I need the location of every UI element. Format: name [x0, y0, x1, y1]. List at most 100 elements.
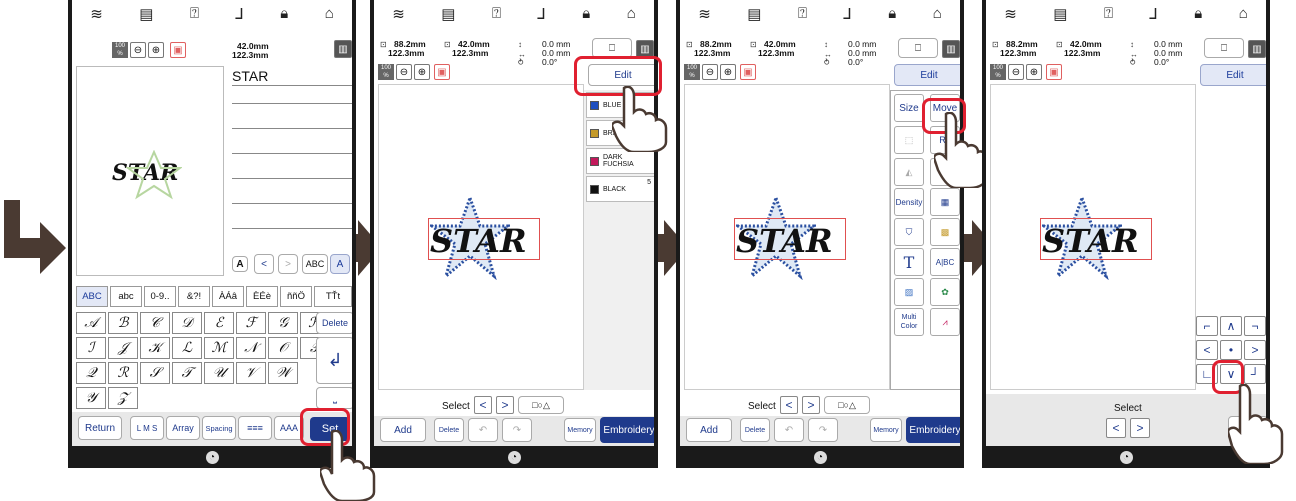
- view-toggle-icon[interactable]: ▥: [334, 40, 352, 58]
- key[interactable]: 𝒴: [76, 387, 106, 409]
- help-icon[interactable]: ⍰: [492, 5, 501, 22]
- embroidery-button[interactable]: Embroidery: [906, 417, 960, 443]
- applique-button[interactable]: ⛉: [894, 218, 924, 246]
- key[interactable]: 𝒱: [236, 362, 266, 384]
- stitch-button[interactable]: ⩘: [930, 308, 960, 336]
- key[interactable]: ℰ: [204, 312, 234, 334]
- tab-accents-a[interactable]: ÀÁâ: [212, 286, 244, 307]
- thread-icon[interactable]: ⅃: [537, 5, 545, 23]
- zoom-out-icon[interactable]: ⊖: [130, 42, 146, 58]
- zoom-button[interactable]: 100 %: [990, 64, 1006, 80]
- move-up-right-button[interactable]: ¬: [1244, 316, 1266, 336]
- select-prev-button[interactable]: <: [474, 396, 492, 414]
- wifi-icon[interactable]: ≋: [90, 5, 103, 23]
- key[interactable]: 𝒥: [108, 337, 138, 359]
- cursor-right-button[interactable]: >: [278, 254, 298, 274]
- move-up-left-button[interactable]: ⌐: [1196, 316, 1218, 336]
- key[interactable]: 𝒯: [172, 362, 202, 384]
- mirror-button[interactable]: ◭: [894, 158, 924, 186]
- outline-button[interactable]: ✿: [930, 278, 960, 306]
- text-button[interactable]: T: [894, 248, 924, 276]
- undo-button[interactable]: ↶: [468, 418, 498, 442]
- key[interactable]: 𝒵: [108, 387, 138, 409]
- move-center-button[interactable]: •: [1220, 340, 1242, 360]
- document-icon[interactable]: ▤: [1053, 5, 1067, 23]
- text-line[interactable]: [232, 128, 352, 129]
- lock-icon[interactable]: 🔒︎: [280, 5, 288, 22]
- help-icon[interactable]: ⍰: [190, 5, 199, 22]
- text-split-button[interactable]: A|BC: [930, 248, 960, 276]
- size-lms-button[interactable]: L M S: [130, 416, 164, 440]
- document-icon[interactable]: ▤: [139, 5, 153, 23]
- zoom-button[interactable]: 100 %: [112, 42, 128, 58]
- zoom-out-icon[interactable]: ⊖: [396, 64, 412, 80]
- move-down-right-button[interactable]: ┘: [1244, 364, 1266, 384]
- align-button[interactable]: ≡≡≡: [238, 416, 272, 440]
- wifi-icon[interactable]: ≋: [698, 5, 711, 23]
- select-shape-button[interactable]: □○△: [518, 396, 564, 414]
- key[interactable]: 𝒜: [76, 312, 106, 334]
- move-up-button[interactable]: ∧: [1220, 316, 1242, 336]
- move-right-button[interactable]: >: [1244, 340, 1266, 360]
- text-line[interactable]: [232, 153, 352, 154]
- move-left-button[interactable]: <: [1196, 340, 1218, 360]
- undo-button[interactable]: ↶: [774, 418, 804, 442]
- text-line[interactable]: [232, 103, 352, 104]
- add-button[interactable]: Add: [380, 418, 426, 442]
- lock-icon[interactable]: 🔒︎: [888, 5, 896, 22]
- zoom-out-icon[interactable]: ⊖: [702, 64, 718, 80]
- flip-button[interactable]: ⬚: [894, 126, 924, 154]
- thread-icon[interactable]: ⅃: [1149, 5, 1157, 23]
- help-icon[interactable]: ⍰: [798, 5, 807, 22]
- tab-accents-t[interactable]: TŤt: [314, 286, 352, 307]
- text-line[interactable]: [232, 203, 352, 204]
- cursor-left-button[interactable]: <: [254, 254, 274, 274]
- select-shape-button[interactable]: □○△: [824, 396, 870, 414]
- key[interactable]: 𝒢: [268, 312, 298, 334]
- select-prev-button[interactable]: <: [780, 396, 798, 414]
- thread-row[interactable]: BLACK 5: [586, 176, 654, 202]
- text-input-line[interactable]: STAR: [232, 68, 352, 86]
- wifi-icon[interactable]: ≋: [392, 5, 405, 23]
- wifi-icon[interactable]: ≋: [1004, 5, 1017, 23]
- layout-view-button[interactable]: ⎕: [898, 38, 938, 58]
- zoom-in-icon[interactable]: ⊕: [720, 64, 736, 80]
- key[interactable]: 𝒩: [236, 337, 266, 359]
- thread-icon[interactable]: ⅃: [235, 5, 243, 23]
- delete-button[interactable]: Delete: [434, 418, 464, 442]
- layout-icon[interactable]: ▣: [434, 64, 450, 80]
- key[interactable]: ℱ: [236, 312, 266, 334]
- key[interactable]: ℳ: [204, 337, 234, 359]
- zoom-in-icon[interactable]: ⊕: [1026, 64, 1042, 80]
- tab-uppercase[interactable]: ABC: [76, 286, 108, 307]
- home-icon[interactable]: ⌂: [933, 5, 942, 22]
- fill-button[interactable]: ▨: [894, 278, 924, 306]
- zoom-in-icon[interactable]: ⊕: [148, 42, 164, 58]
- document-icon[interactable]: ▤: [747, 5, 761, 23]
- zoom-in-icon[interactable]: ⊕: [414, 64, 430, 80]
- key[interactable]: ℐ: [76, 337, 106, 359]
- edit-button[interactable]: Edit: [1200, 64, 1266, 86]
- layout-icon[interactable]: ▣: [170, 42, 186, 58]
- zoom-out-icon[interactable]: ⊖: [1008, 64, 1024, 80]
- thread-icon[interactable]: ⅃: [843, 5, 851, 23]
- home-icon[interactable]: ⌂: [325, 5, 334, 22]
- color-palette-button[interactable]: ▩: [930, 218, 960, 246]
- edit-button[interactable]: Edit: [894, 64, 960, 86]
- layout-view-button[interactable]: ⎕: [1204, 38, 1244, 58]
- select-next-button[interactable]: >: [496, 396, 514, 414]
- tab-numbers[interactable]: 0-9..: [144, 286, 176, 307]
- space-key[interactable]: ⎵: [316, 387, 352, 409]
- return-button[interactable]: Return: [78, 416, 122, 440]
- text-line[interactable]: [232, 178, 352, 179]
- zoom-button[interactable]: 100 %: [378, 64, 394, 80]
- delete-button[interactable]: Delete: [316, 312, 352, 334]
- select-next-button[interactable]: >: [1130, 418, 1150, 438]
- zoom-button[interactable]: 100 %: [684, 64, 700, 80]
- delete-button[interactable]: Delete: [740, 418, 770, 442]
- memory-button[interactable]: Memory: [564, 418, 596, 442]
- select-prev-button[interactable]: <: [1106, 418, 1126, 438]
- memory-button[interactable]: Memory: [870, 418, 902, 442]
- lock-icon[interactable]: 🔒︎: [1194, 5, 1202, 22]
- key[interactable]: 𝒰: [204, 362, 234, 384]
